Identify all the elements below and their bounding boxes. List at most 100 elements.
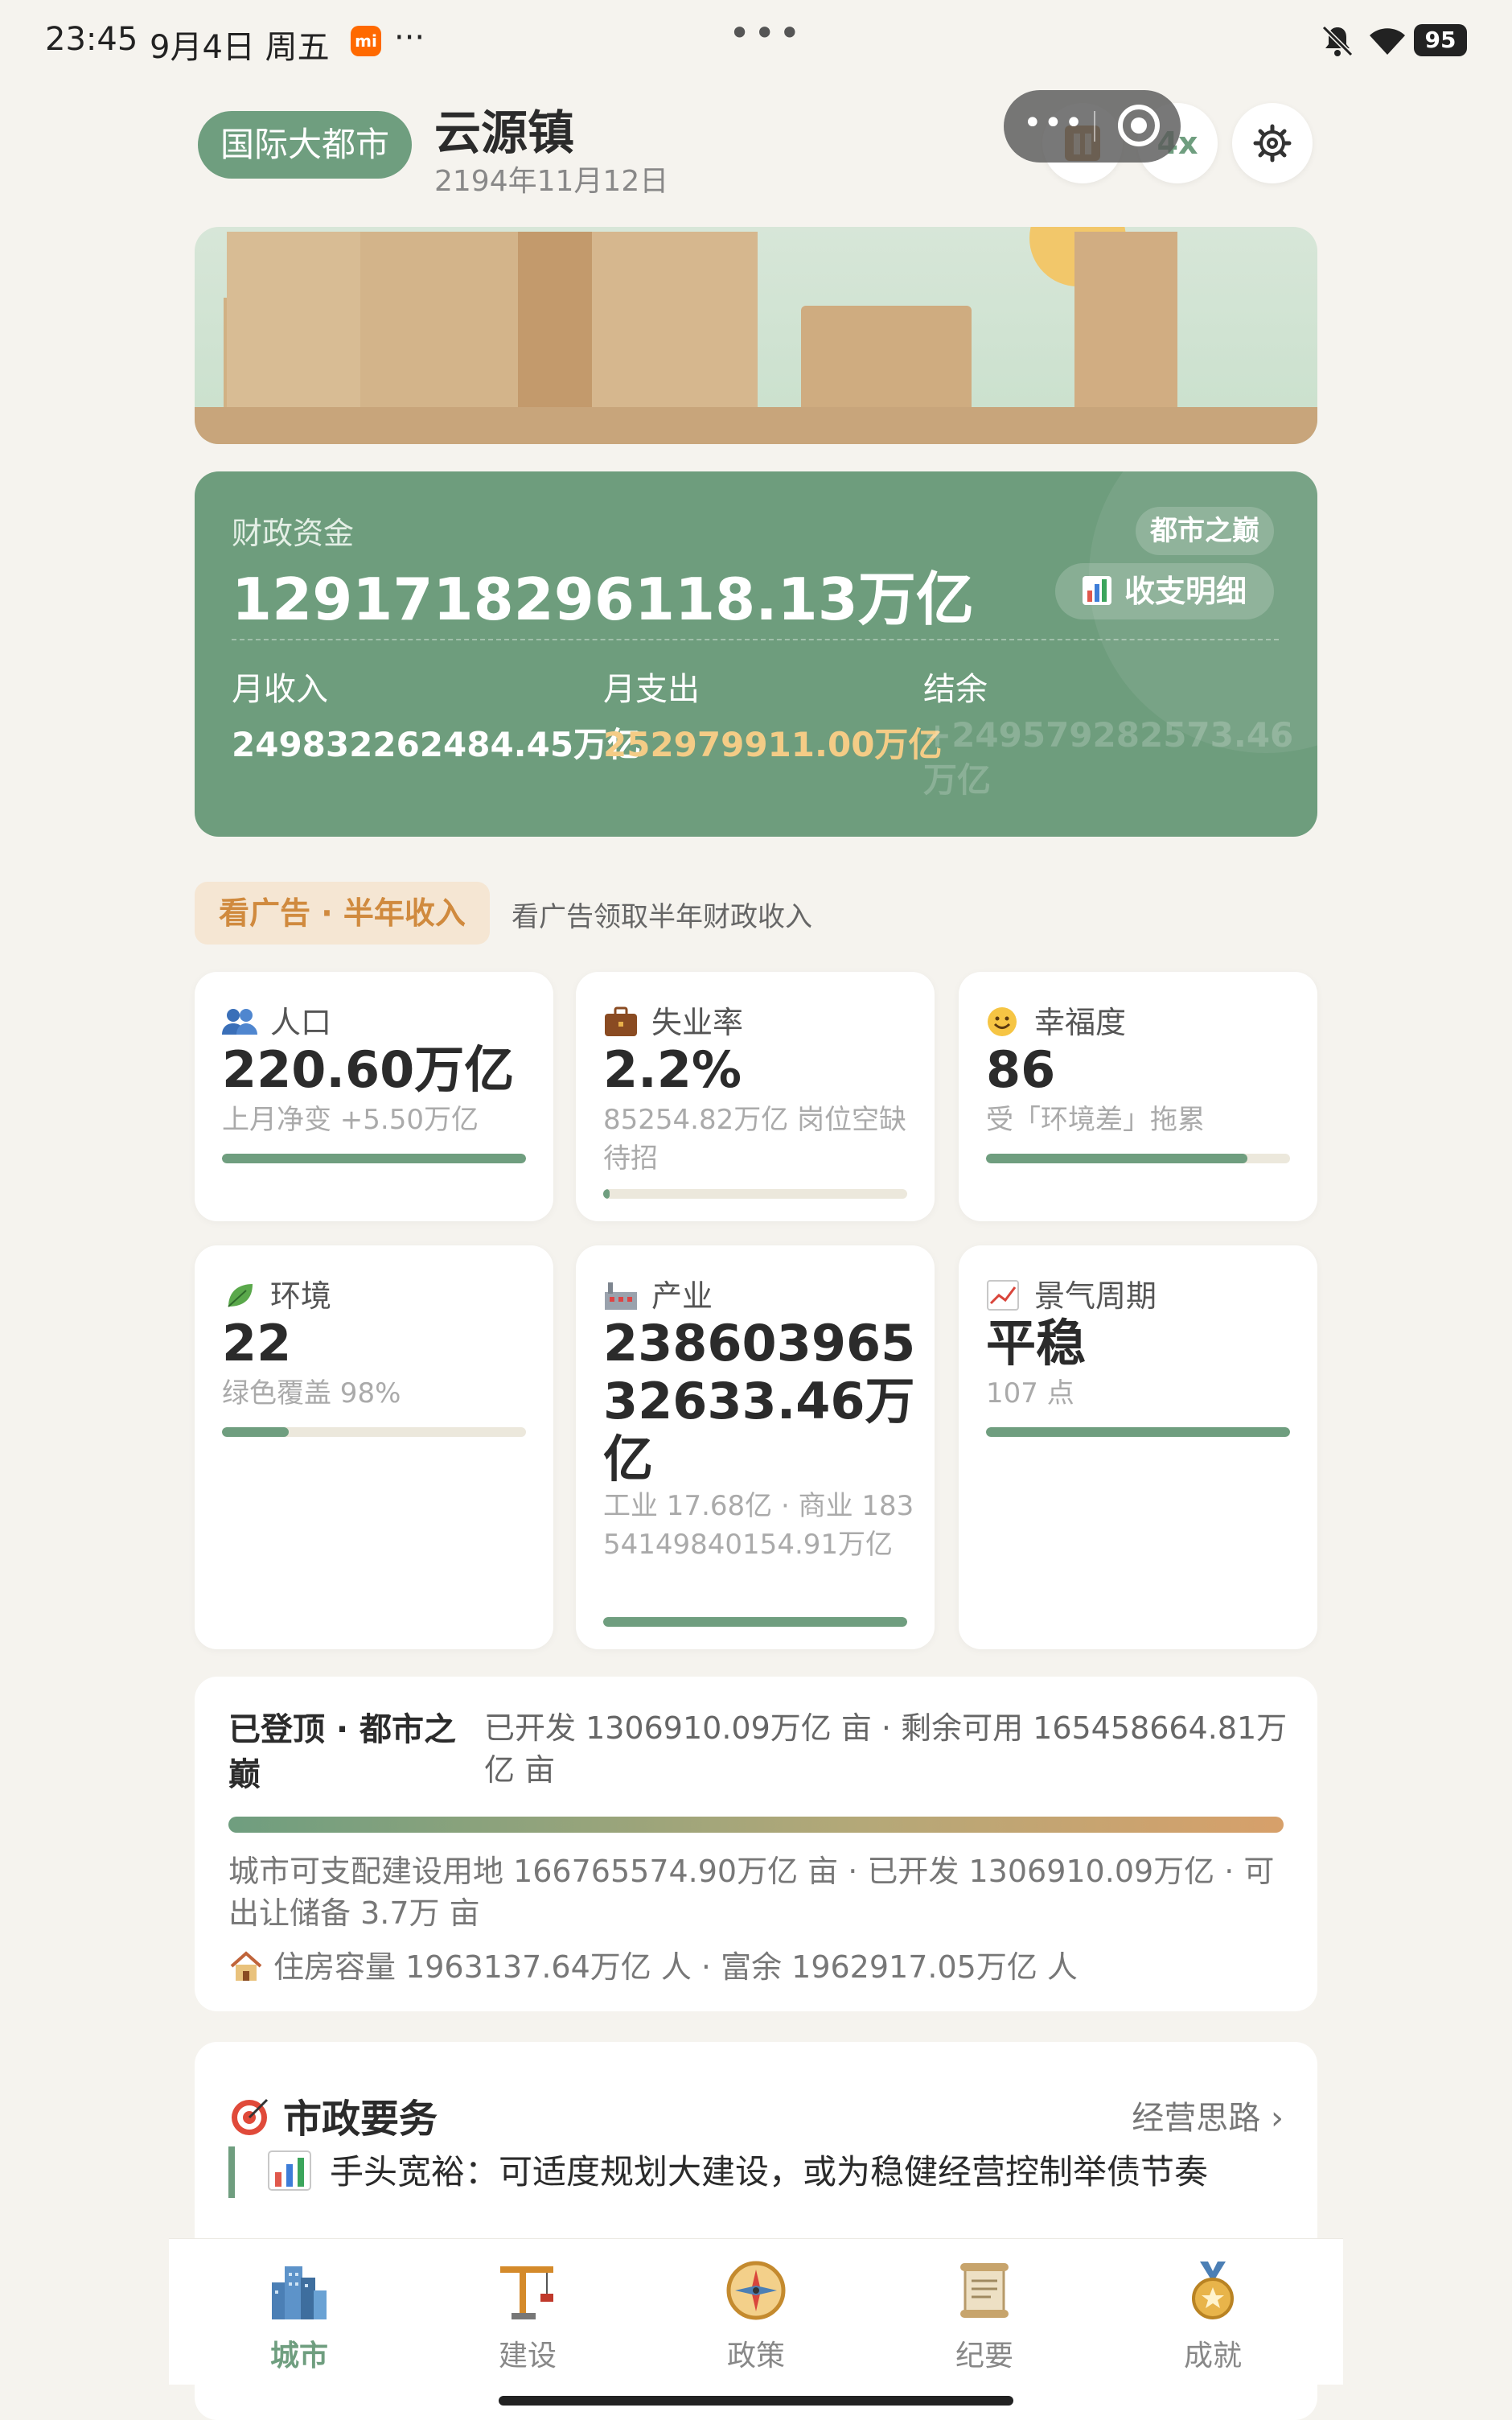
- tab-build[interactable]: 建设: [447, 2258, 608, 2374]
- business-cycle-header: 景气周期: [986, 1271, 1157, 1315]
- happiness-value: 86: [986, 1040, 1056, 1099]
- industry-card[interactable]: 产业 23860396532633.46万亿 工业 17.68亿 · 商业 18…: [576, 1245, 935, 1649]
- leaf-icon: [228, 1284, 253, 1307]
- crane-icon: [500, 2266, 553, 2319]
- capsule-more-icon[interactable]: •••: [1023, 105, 1085, 142]
- building-graphic: [592, 232, 758, 410]
- population-card[interactable]: 人口 220.60万亿 上月净变 +5.50万亿: [195, 972, 553, 1221]
- land-progress-bar: [228, 1817, 1284, 1833]
- population-progress: [222, 1154, 526, 1163]
- settings-button[interactable]: [1232, 103, 1313, 183]
- ground-graphic: [195, 407, 1317, 444]
- environment-card[interactable]: 环境 22 绿色覆盖 98%: [195, 1245, 553, 1649]
- building-graphic: [360, 232, 521, 410]
- finance-detail-button[interactable]: 收支明细: [1055, 563, 1275, 619]
- multitask-dots-icon[interactable]: •••: [729, 11, 803, 55]
- tab-policy[interactable]: 政策: [676, 2258, 836, 2374]
- environment-value: 22: [222, 1314, 292, 1373]
- income-value: 249832262484.45万亿: [232, 725, 642, 764]
- progress-fill: [222, 1427, 290, 1437]
- progress-fill: [603, 1617, 907, 1627]
- status-date: 9月4日 周五: [150, 29, 330, 66]
- civic-item[interactable]: 手头宽裕：可适度规划大建设，或为稳健经营控制举债节奏: [228, 2146, 1258, 2198]
- expense-label: 月支出: [603, 671, 700, 708]
- trend-chart-icon: [987, 1280, 1019, 1311]
- industry-sub: 工业 17.68亿 · 商业 18354149840154.91万亿: [603, 1490, 914, 1561]
- land-developed: 已开发 1306910.09万亿 亩 · 剩余可用 165458664.81万亿…: [484, 1710, 1288, 1788]
- status-time: 23:45: [45, 21, 138, 58]
- scroll-icon: [960, 2263, 1009, 2318]
- unemployment-header: 失业率: [603, 998, 743, 1042]
- environment-sub: 绿色覆盖 98%: [222, 1377, 401, 1410]
- business-cycle-sub: 107 点: [986, 1377, 1074, 1410]
- tab-records-label: 纪要: [955, 2340, 1013, 2373]
- progress-fill: [986, 1427, 1290, 1437]
- population-title: 人口: [270, 1005, 332, 1040]
- monthly-balance: 结余 +249579282573.46万亿: [923, 663, 1294, 803]
- building-graphic: [518, 232, 592, 410]
- tab-achievements[interactable]: 成就: [1132, 2258, 1293, 2374]
- industry-progress: [603, 1617, 907, 1627]
- monthly-income: 月收入 249832262484.45万亿: [232, 663, 641, 767]
- mi-app-icon: mi: [351, 26, 381, 56]
- happiness-header: 幸福度: [986, 998, 1126, 1042]
- city-icon: [272, 2266, 327, 2319]
- environment-progress: [222, 1427, 526, 1437]
- progress-fill: [986, 1154, 1248, 1163]
- factory-icon: [605, 1282, 637, 1310]
- environment-title: 环境: [270, 1278, 332, 1314]
- tab-records[interactable]: 纪要: [904, 2258, 1065, 2374]
- civic-title: 市政要务: [228, 2087, 438, 2143]
- building-graphic: [1074, 232, 1177, 410]
- bottom-tab-bar: 城市 建设 政策 纪要 成就: [169, 2238, 1343, 2385]
- gear-icon: [1253, 124, 1292, 163]
- happiness-title: 幸福度: [1034, 1005, 1127, 1040]
- strategy-link[interactable]: 经营思路 ›: [1132, 2092, 1284, 2138]
- bar-chart-icon: [268, 2150, 311, 2191]
- civic-title-text: 市政要务: [283, 2097, 438, 2142]
- population-value: 220.60万亿: [222, 1040, 515, 1099]
- house-icon: [230, 1951, 262, 1981]
- expense-value: 252979911.00万亿: [603, 725, 943, 764]
- land-info: 城市可支配建设用地 166765574.90万亿 亩 · 已开发 1306910…: [228, 1854, 1275, 1931]
- tab-policy-label: 政策: [726, 2340, 785, 2373]
- more-notifications-icon: ···: [394, 19, 425, 56]
- town-name: 云源镇: [434, 105, 575, 160]
- tab-city[interactable]: 城市: [219, 2258, 380, 2374]
- population-sub: 上月净变 +5.50万亿: [222, 1104, 479, 1136]
- business-cycle-progress: [986, 1427, 1290, 1437]
- balance-value: +249579282573.46万亿: [923, 715, 1294, 800]
- business-cycle-value: 平稳: [986, 1314, 1087, 1373]
- civic-item-text: 手头宽裕：可适度规划大建设，或为稳健经营控制举债节奏: [330, 2152, 1209, 2192]
- finance-divider: [232, 639, 1279, 640]
- watch-ad-button[interactable]: 看广告 · 半年收入: [195, 882, 490, 945]
- home-indicator[interactable]: [499, 2396, 1013, 2406]
- status-bar: 23:45 9月4日 周五 mi ··· ••• 95: [0, 0, 1512, 80]
- land-card: 已登顶 · 都市之巅 已开发 1306910.09万亿 亩 · 剩余可用 165…: [195, 1677, 1317, 2011]
- unemployment-value: 2.2%: [603, 1040, 742, 1099]
- building-graphic: [227, 232, 380, 410]
- city-skyline-banner: [195, 227, 1317, 444]
- people-icon: [222, 1009, 257, 1035]
- population-header: 人口: [222, 998, 331, 1042]
- land-title: 已登顶 · 都市之巅: [228, 1711, 457, 1793]
- happiness-sub: 受「环境差」拖累: [986, 1104, 1205, 1136]
- happiness-card[interactable]: 幸福度 86 受「环境差」拖累: [959, 972, 1317, 1221]
- unemployment-card[interactable]: 失业率 2.2% 85254.82万亿 岗位空缺待招: [576, 972, 935, 1221]
- battery-icon: 95: [1414, 24, 1467, 56]
- income-label: 月收入: [232, 671, 328, 708]
- finance-amount: 1291718296118.13万亿: [232, 566, 974, 633]
- finance-detail-label: 收支明细: [1124, 574, 1247, 609]
- achievement-badge: 都市之巅: [1136, 507, 1274, 555]
- finance-label: 财政资金: [232, 516, 355, 551]
- unemployment-progress: [603, 1189, 907, 1199]
- progress-fill: [603, 1189, 610, 1199]
- unemployment-title: 失业率: [651, 1005, 744, 1040]
- city-level-badge[interactable]: 国际大都市: [198, 111, 413, 179]
- industry-value: 23860396532633.46万亿: [603, 1314, 916, 1488]
- progress-fill: [222, 1154, 526, 1163]
- business-cycle-card[interactable]: 景气周期 平稳 107 点: [959, 1245, 1317, 1649]
- capsule-close-icon[interactable]: [1118, 105, 1160, 146]
- industry-header: 产业: [603, 1271, 713, 1315]
- miniprogram-capsule[interactable]: •••: [1004, 90, 1181, 163]
